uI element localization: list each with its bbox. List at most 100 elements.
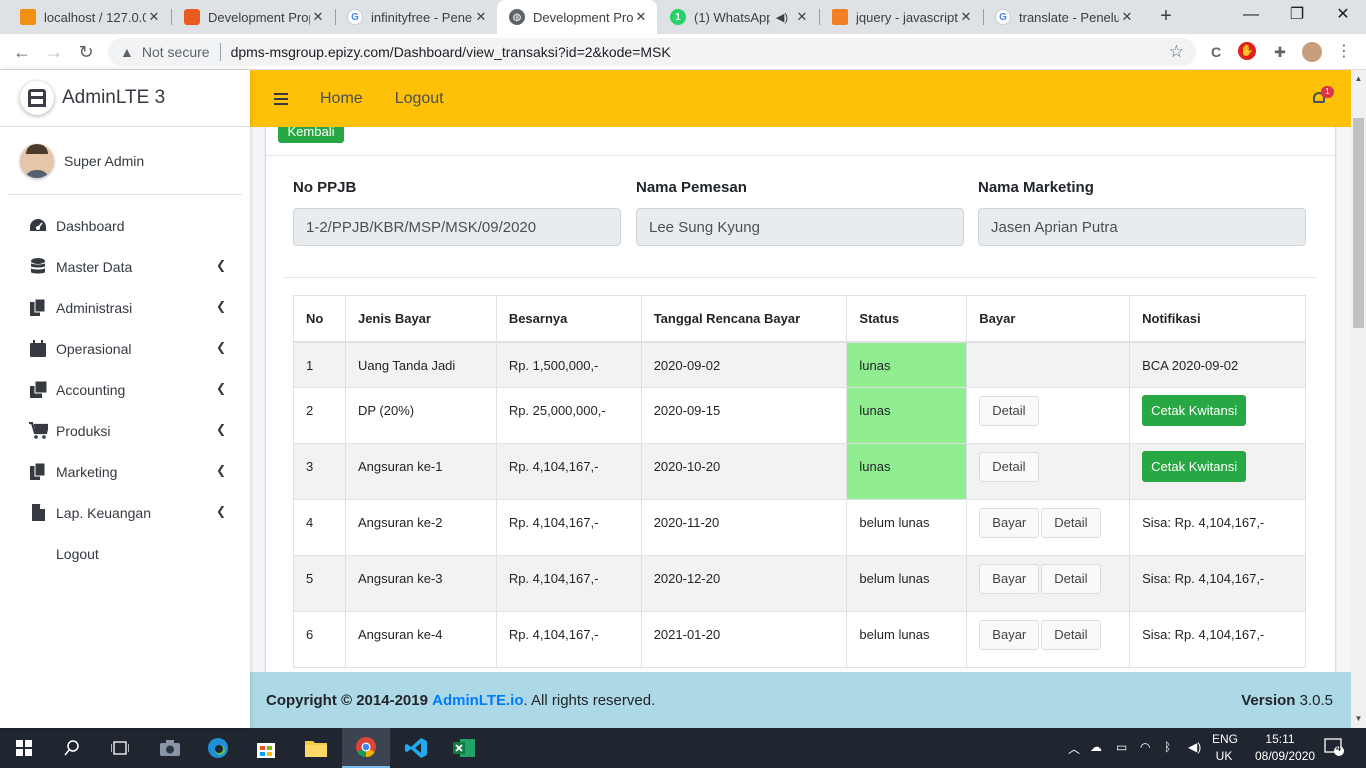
task-view-icon[interactable] — [96, 728, 144, 768]
action-center-icon[interactable]: 4 — [1324, 738, 1344, 759]
nav-logout-link[interactable]: Logout — [395, 90, 444, 108]
hamburger-menu-icon[interactable] — [274, 92, 288, 105]
brand-link[interactable]: AdminLTE 3 — [0, 70, 250, 127]
user-name[interactable]: Super Admin — [64, 153, 144, 169]
column-header: Bayar — [966, 295, 1131, 343]
browser-tab-phpmyadmin[interactable]: localhost / 127.0.0 ✕ — [8, 0, 170, 34]
column-header: No — [293, 295, 346, 343]
url-text[interactable]: dpms-msgroup.epizy.com/Dashboard/view_tr… — [231, 44, 671, 60]
sidebar-item-accounting[interactable]: Accounting ❮ — [0, 369, 250, 410]
bayar-cell: Detail — [966, 443, 1131, 500]
cetak-kwitansi-button[interactable]: Cetak Kwitansi — [1142, 451, 1247, 482]
page-scrollbar[interactable]: ▲ ▼ — [1351, 70, 1366, 728]
maximize-icon[interactable]: ❐ — [1274, 0, 1320, 34]
language-indicator[interactable]: ENG UK — [1212, 731, 1238, 765]
back-button[interactable]: Kembali — [278, 127, 344, 143]
scroll-down-arrow-icon[interactable]: ▼ — [1354, 714, 1363, 723]
detail-button[interactable]: Detail — [979, 452, 1039, 482]
chevron-left-icon: ❮ — [215, 299, 226, 313]
back-arrow-icon[interactable]: ← — [10, 40, 34, 64]
cloud-icon[interactable]: ☁ — [1090, 740, 1102, 754]
detail-button[interactable]: Detail — [1041, 564, 1101, 594]
extension-c-icon[interactable]: C — [1206, 42, 1226, 62]
sidebar-item-operasional[interactable]: Operasional ❮ — [0, 328, 250, 369]
menu-kebab-icon[interactable]: ⋮ — [1334, 42, 1354, 62]
notifications-bell-icon[interactable]: 1 — [1311, 86, 1334, 106]
camera-icon[interactable] — [146, 728, 194, 768]
no-ppjb-label: No PPJB — [293, 179, 357, 196]
sidebar-item-logout[interactable]: Logout — [0, 533, 250, 574]
sidebar-item-marketing[interactable]: Marketing ❮ — [0, 451, 250, 492]
warning-icon: ▲ — [120, 44, 134, 60]
user-panel[interactable]: Super Admin — [8, 127, 242, 195]
search-icon[interactable] — [48, 728, 96, 768]
close-icon[interactable]: ✕ — [473, 9, 489, 25]
window-close-icon[interactable]: ✕ — [1320, 0, 1366, 34]
epizy-icon — [184, 9, 200, 25]
bluetooth-icon[interactable]: ᛒ — [1164, 740, 1171, 754]
close-icon[interactable]: ✕ — [958, 9, 974, 25]
sidebar-item-produksi[interactable]: Produksi ❮ — [0, 410, 250, 451]
chevron-up-icon[interactable]: ︿ — [1068, 740, 1080, 757]
bayar-button[interactable]: Bayar — [979, 508, 1040, 538]
sidebar-item-master-data[interactable]: Master Data ❮ — [0, 246, 250, 287]
nav-home-link[interactable]: Home — [320, 90, 363, 108]
edge-browser-icon[interactable] — [194, 728, 242, 768]
close-icon[interactable]: ✕ — [794, 9, 810, 25]
chrome-icon[interactable] — [342, 728, 390, 768]
scrollbar-thumb[interactable] — [1353, 118, 1364, 328]
windows-start-icon[interactable] — [0, 728, 48, 768]
close-icon[interactable]: ✕ — [146, 9, 162, 25]
file-explorer-icon[interactable] — [292, 728, 340, 768]
vscode-icon[interactable] — [392, 728, 440, 768]
battery-icon[interactable]: ▭ — [1116, 740, 1127, 754]
system-clock[interactable]: 15:11 08/09/2020 — [1255, 731, 1315, 765]
excel-icon[interactable] — [440, 728, 488, 768]
cetak-kwitansi-button[interactable]: Cetak Kwitansi — [1142, 395, 1247, 426]
bayar-cell — [966, 341, 1131, 388]
version-info: Version 3.0.5 — [1241, 692, 1333, 709]
browser-tab-development[interactable]: Development Prop ✕ — [172, 0, 334, 34]
detail-button[interactable]: Detail — [979, 396, 1039, 426]
browser-tab-infinityfree[interactable]: G infinityfree - Penel ✕ — [335, 0, 497, 34]
reload-icon[interactable]: ↻ — [74, 40, 98, 64]
profile-avatar-icon[interactable] — [1302, 42, 1322, 62]
browser-tab-whatsapp[interactable]: 1 (1) WhatsApp ◀) ✕ — [658, 0, 818, 34]
detail-button[interactable]: Detail — [1041, 620, 1101, 650]
bookmark-star-icon[interactable]: ☆ — [1169, 42, 1184, 62]
table-row: 3 Angsuran ke-1 Rp. 4,104,167,- 2020-10-… — [293, 443, 1306, 500]
browser-tab-active[interactable]: ◍ Development Prop ✕ — [497, 0, 657, 34]
google-icon: G — [995, 9, 1011, 25]
close-icon[interactable]: ✕ — [633, 9, 649, 25]
main-footer: Copyright © 2014-2019 AdminLTE.io. All r… — [250, 672, 1351, 728]
sidebar-item-dashboard[interactable]: Dashboard — [0, 205, 250, 246]
address-bar[interactable]: ▲ Not secure dpms-msgroup.epizy.com/Dash… — [108, 38, 1196, 66]
sidebar-item-administrasi[interactable]: Administrasi ❮ — [0, 287, 250, 328]
nama-pemesan-label: Nama Pemesan — [636, 179, 747, 196]
adminlte-link[interactable]: AdminLTE.io — [432, 692, 523, 709]
detail-button[interactable]: Detail — [1041, 508, 1101, 538]
file-icon — [28, 504, 48, 522]
sidebar-menu: Dashboard Master Data ❮ Administrasi ❮ O… — [0, 195, 250, 574]
bayar-button[interactable]: Bayar — [979, 620, 1040, 650]
adblock-icon[interactable]: ✋ — [1238, 42, 1256, 60]
sidebar-item-lap-keuangan[interactable]: Lap. Keuangan ❮ — [0, 492, 250, 533]
browser-tab-translate[interactable]: G translate - Penelus ✕ — [983, 0, 1143, 34]
minimize-icon[interactable]: — — [1228, 0, 1274, 34]
extensions-puzzle-icon[interactable]: ✚ — [1270, 42, 1290, 62]
notification-text: BCA 2020-09-02 — [1129, 341, 1306, 388]
close-icon[interactable]: ✕ — [1119, 9, 1135, 25]
browser-tab-jquery[interactable]: jquery - javascript ✕ — [820, 0, 982, 34]
wifi-icon[interactable]: ◠ — [1140, 740, 1150, 754]
scroll-up-arrow-icon[interactable]: ▲ — [1354, 74, 1363, 83]
forward-arrow-icon[interactable]: → — [42, 40, 66, 64]
store-icon[interactable] — [242, 728, 290, 768]
notification-badge: 1 — [1321, 86, 1334, 98]
close-icon[interactable]: ✕ — [310, 9, 326, 25]
copy-icon — [28, 463, 48, 481]
bayar-button[interactable]: Bayar — [979, 564, 1040, 594]
new-tab-icon[interactable]: + — [1154, 4, 1178, 28]
column-header: Jenis Bayar — [344, 295, 497, 343]
status-cell: belum lunas — [846, 499, 968, 556]
volume-icon[interactable]: ◀) — [1188, 740, 1201, 754]
